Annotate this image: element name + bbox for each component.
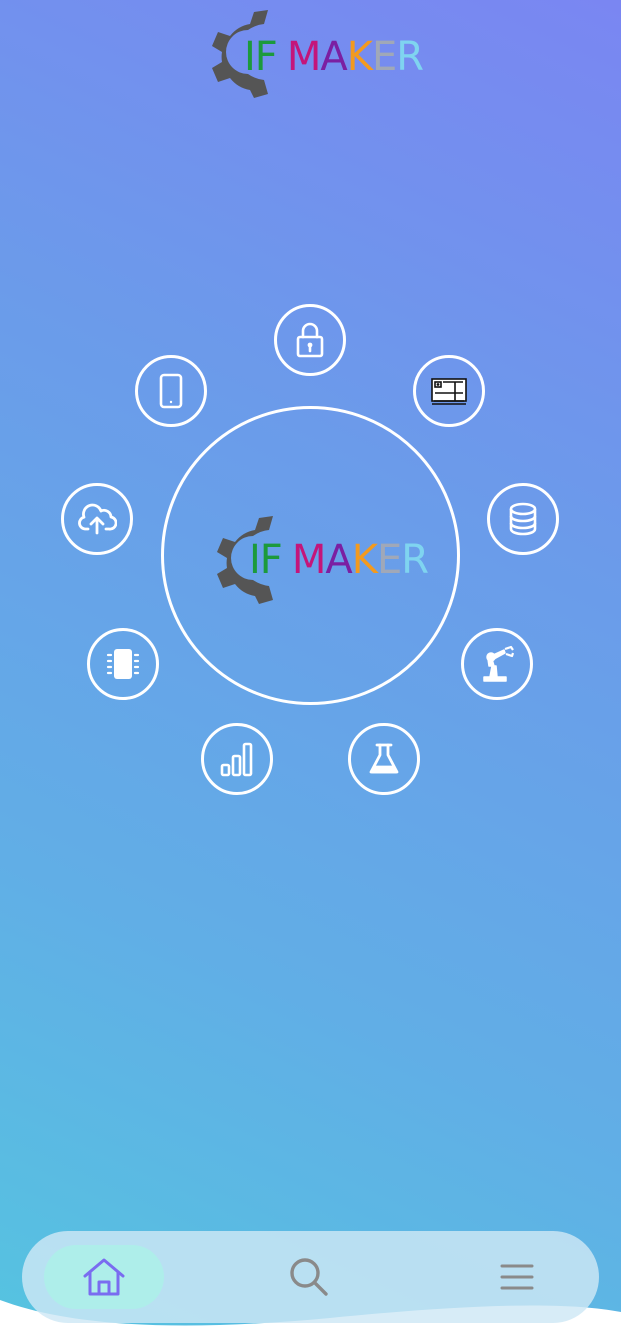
nav-home-button[interactable]: [44, 1245, 164, 1309]
robot-arm-icon: [483, 645, 515, 682]
cloud-upload-icon: [78, 503, 117, 535]
chip-icon: [106, 649, 140, 679]
top-brand-logo: I F M A K E R: [208, 6, 424, 98]
home-icon: [83, 1258, 125, 1296]
brand-wordmark: I F M A K E R: [249, 537, 429, 583]
nav-menu-button[interactable]: [482, 1245, 552, 1309]
ring-item-database[interactable]: [487, 483, 559, 555]
mobile-icon: [159, 373, 183, 409]
ring-item-mobile[interactable]: [135, 355, 207, 427]
ring-item-robot-arm[interactable]: [461, 628, 533, 700]
search-icon: [290, 1258, 328, 1296]
flask-icon: [369, 743, 399, 774]
lock-icon: [296, 322, 324, 358]
center-brand-logo: I F M A K E R: [213, 512, 429, 604]
ring-item-lock[interactable]: [274, 304, 346, 376]
database-icon: [509, 502, 537, 536]
ring-item-cloud-upload[interactable]: [61, 483, 133, 555]
bottom-navigation-bar: [22, 1231, 599, 1323]
ring-item-signal[interactable]: [201, 723, 273, 795]
ring-item-lab-flask[interactable]: [348, 723, 420, 795]
nav-search-button[interactable]: [274, 1245, 344, 1309]
ring-item-chip[interactable]: [87, 628, 159, 700]
signal-bars-icon: [220, 742, 253, 777]
ring-item-3d-printer[interactable]: [413, 355, 485, 427]
center-hub[interactable]: I F M A K E R: [161, 406, 460, 705]
printer-3d-icon: [431, 378, 467, 405]
brand-wordmark: I F M A K E R: [244, 34, 424, 80]
hamburger-menu-icon: [500, 1264, 534, 1290]
